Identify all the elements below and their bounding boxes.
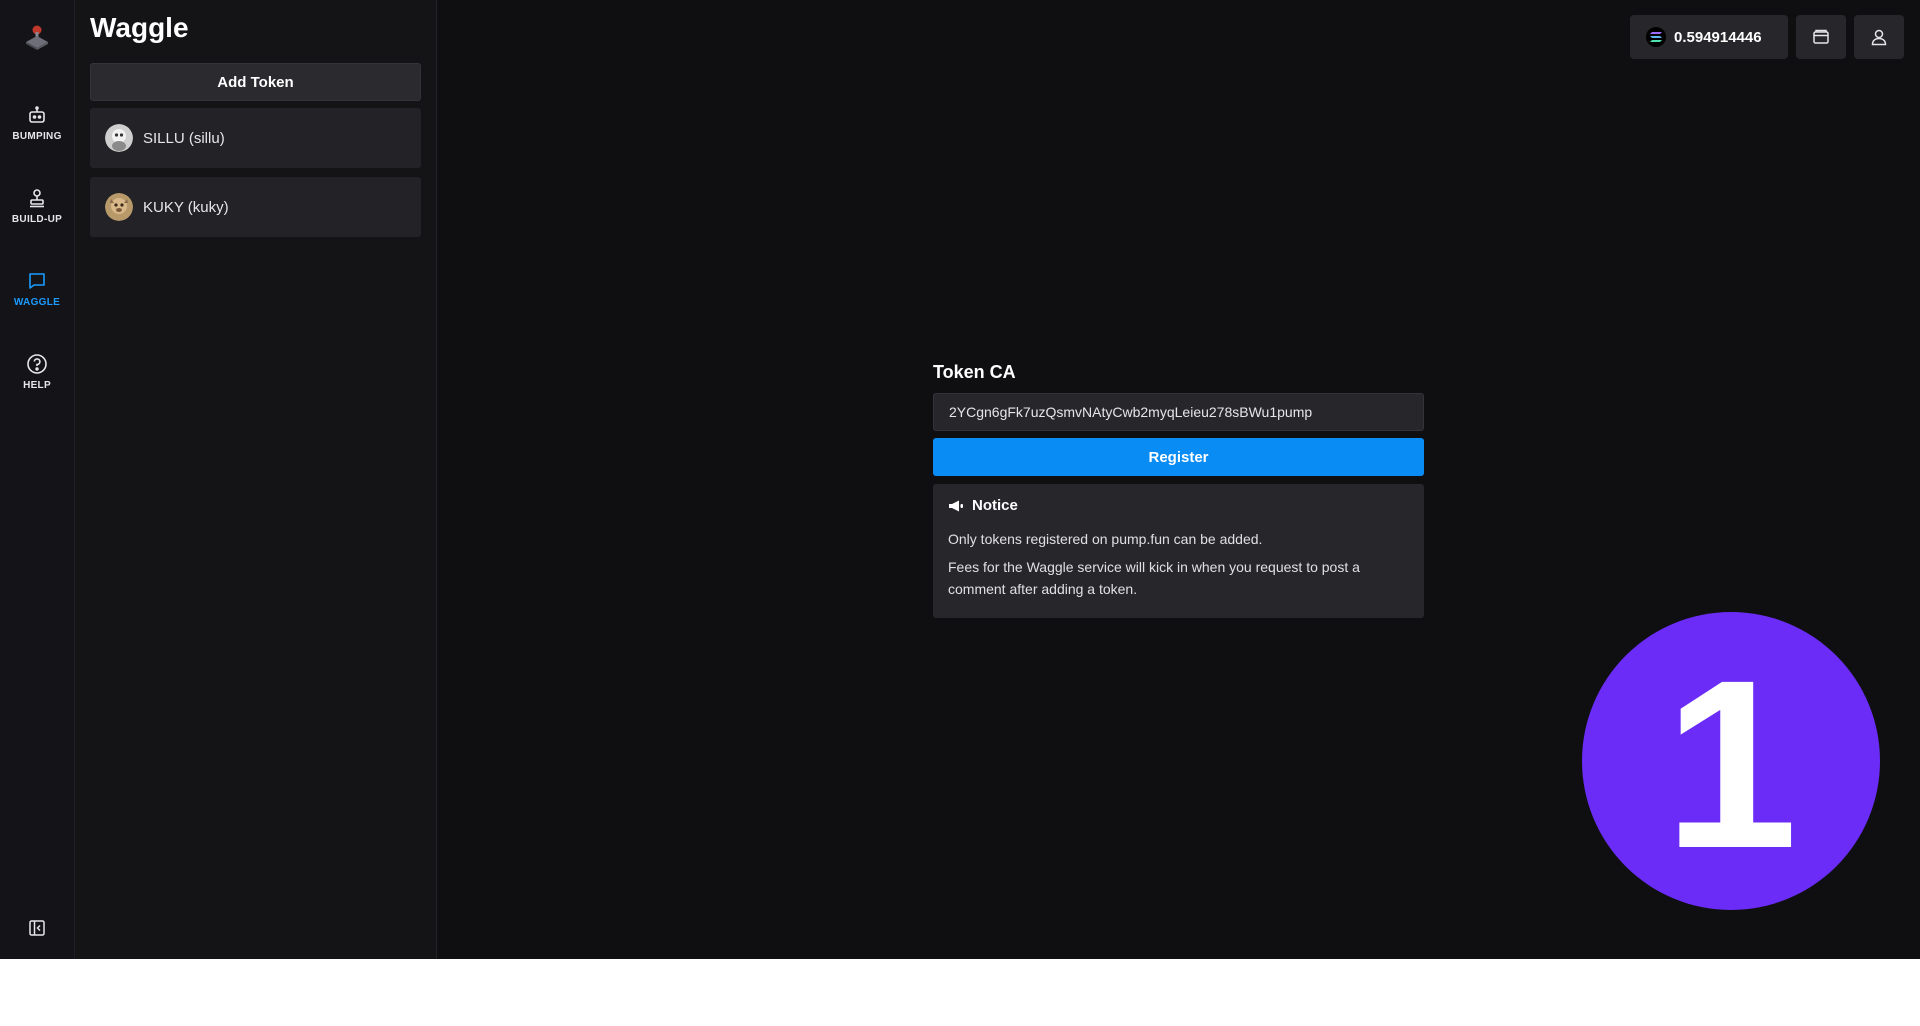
add-token-button[interactable]: Add Token bbox=[90, 63, 421, 101]
page-title: Waggle bbox=[90, 12, 189, 43]
wallet-button[interactable] bbox=[1796, 15, 1846, 59]
token-name: KUKY (kuky) bbox=[143, 198, 229, 216]
solana-icon bbox=[1646, 27, 1666, 47]
stamp-icon bbox=[26, 187, 48, 209]
nav-help[interactable]: HELP bbox=[0, 353, 74, 409]
notice-header: Notice bbox=[948, 497, 1409, 514]
nav-build-up[interactable]: BUILD-UP bbox=[0, 187, 74, 243]
user-icon bbox=[1871, 29, 1887, 46]
robot-icon bbox=[26, 104, 48, 126]
app-window: BUMPING BUILD-UP WAGGLE HELP Waggle Add … bbox=[0, 0, 1920, 959]
notice-line-1: Only tokens registered on pump.fun can b… bbox=[948, 531, 1263, 547]
step-number: 1 bbox=[1664, 630, 1798, 898]
notice-line-2: Fees for the Waggle service will kick in… bbox=[948, 559, 1360, 597]
wallet-icon bbox=[1813, 29, 1829, 44]
collapse-sidebar-button[interactable] bbox=[27, 918, 47, 938]
token-avatar-icon bbox=[105, 193, 133, 221]
step-badge: 1 bbox=[1582, 612, 1880, 910]
help-circle-icon bbox=[26, 353, 48, 375]
nav-build-up-label: BUILD-UP bbox=[11, 214, 63, 225]
joystick-logo-icon bbox=[26, 25, 48, 50]
token-ca-label: Token CA bbox=[933, 362, 1016, 382]
nav-bumping[interactable]: BUMPING bbox=[0, 104, 74, 160]
nav-waggle-label: WAGGLE bbox=[13, 297, 61, 308]
chat-icon bbox=[26, 270, 48, 292]
app-logo[interactable] bbox=[22, 22, 52, 52]
account-button[interactable] bbox=[1854, 15, 1904, 59]
token-name: SILLU (sillu) bbox=[143, 129, 225, 147]
balance-value: 0.594914446 bbox=[1674, 28, 1762, 46]
register-button[interactable]: Register bbox=[933, 438, 1424, 476]
sidebar-collapse-icon bbox=[29, 920, 45, 936]
notice-box: Notice Only tokens registered on pump.fu… bbox=[933, 484, 1424, 618]
wallet-balance[interactable]: 0.594914446 bbox=[1630, 15, 1788, 59]
token-list-item-kuky[interactable]: KUKY (kuky) bbox=[90, 177, 421, 237]
token-avatar-icon bbox=[105, 124, 133, 152]
token-sidebar: Waggle Add Token SILLU (sillu) KUKY (kuk… bbox=[75, 0, 437, 959]
megaphone-icon bbox=[948, 499, 964, 513]
token-list-item-sillu[interactable]: SILLU (sillu) bbox=[90, 108, 421, 168]
nav-waggle[interactable]: WAGGLE bbox=[0, 270, 74, 326]
icon-rail: BUMPING BUILD-UP WAGGLE HELP bbox=[0, 0, 75, 959]
nav-bumping-label: BUMPING bbox=[12, 131, 62, 142]
notice-title: Notice bbox=[972, 497, 1018, 514]
nav-help-label: HELP bbox=[23, 380, 51, 391]
token-ca-input[interactable] bbox=[933, 393, 1424, 431]
